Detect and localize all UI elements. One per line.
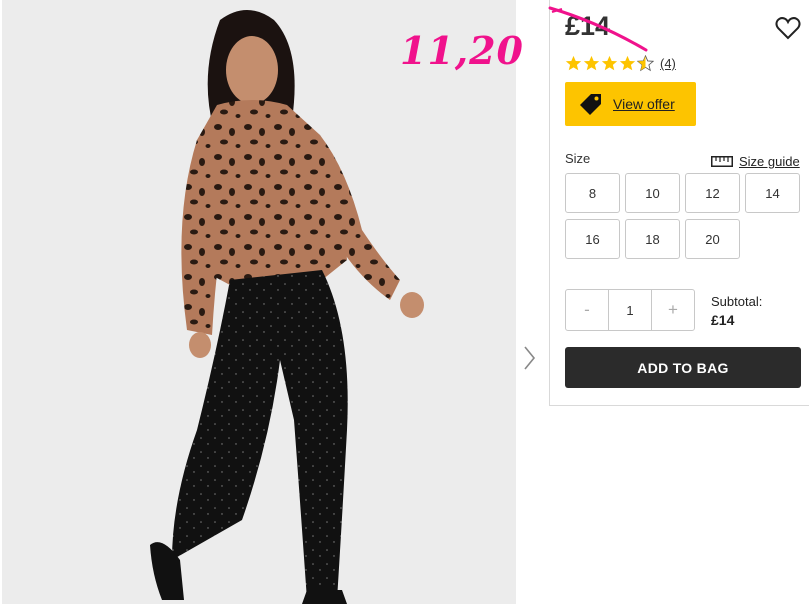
- quantity-increase-button[interactable]: +: [652, 290, 694, 330]
- review-count-link[interactable]: (4): [660, 56, 676, 71]
- gallery-next-button[interactable]: [518, 342, 540, 374]
- quantity-value[interactable]: 1: [608, 290, 652, 330]
- chevron-right-icon: [524, 346, 536, 370]
- star-icon: [601, 55, 618, 71]
- size-guide-label: Size guide: [739, 154, 800, 169]
- quantity-decrease-button[interactable]: -: [566, 290, 608, 330]
- size-label: Size: [565, 151, 591, 166]
- handwritten-sale-price: 11,20: [400, 28, 524, 73]
- product-price: £14: [565, 11, 611, 41]
- size-option-14[interactable]: 14: [745, 173, 800, 213]
- view-offer-label: View offer: [613, 96, 675, 112]
- wishlist-button[interactable]: [774, 14, 802, 42]
- product-image: [2, 0, 516, 604]
- price-tag-icon: [580, 94, 601, 115]
- quantity-stepper: - 1 +: [565, 289, 695, 331]
- star-icon: [565, 55, 582, 71]
- heart-icon: [775, 17, 801, 40]
- star-icon: [583, 55, 600, 71]
- subtotal-value: £14: [711, 312, 735, 328]
- subtotal-label: Subtotal:: [711, 294, 763, 309]
- size-option-10[interactable]: 10: [625, 173, 680, 213]
- rating: (4): [565, 55, 676, 72]
- size-option-20[interactable]: 20: [685, 219, 740, 259]
- size-option-8[interactable]: 8: [565, 173, 620, 213]
- ruler-icon: [711, 156, 733, 167]
- star-half-icon: [637, 55, 654, 72]
- size-option-16[interactable]: 16: [565, 219, 620, 259]
- size-option-12[interactable]: 12: [685, 173, 740, 213]
- view-offer-button[interactable]: View offer: [565, 82, 696, 126]
- star-icon: [619, 55, 636, 71]
- size-option-18[interactable]: 18: [625, 219, 680, 259]
- size-guide-link[interactable]: Size guide: [711, 154, 800, 169]
- add-to-bag-button[interactable]: ADD TO BAG: [565, 347, 801, 388]
